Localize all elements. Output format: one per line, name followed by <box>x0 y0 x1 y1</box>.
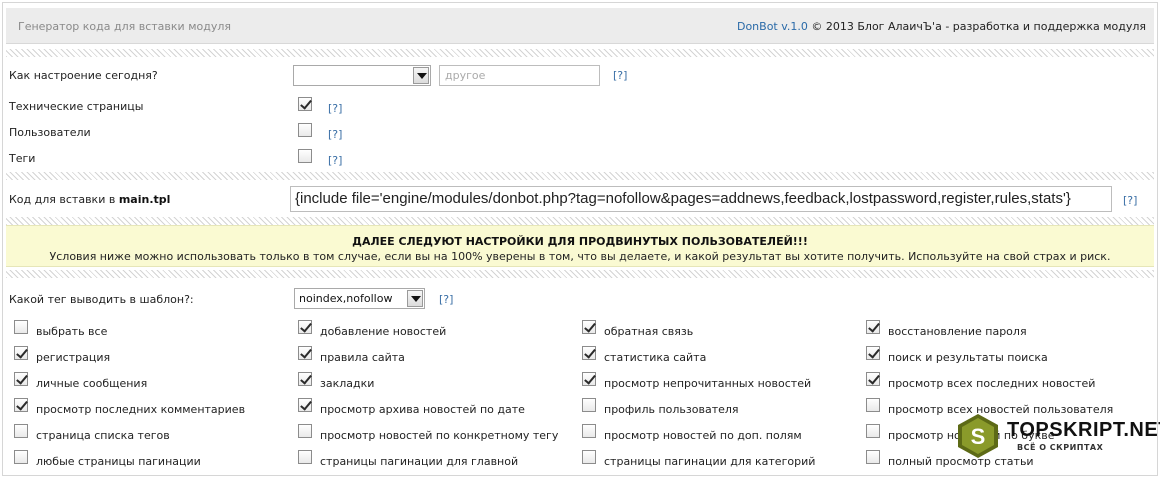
option-checkbox[interactable] <box>14 424 28 438</box>
header-credit: DonBot v.1.0 © 2013 Блог АлаичЪ'а - разр… <box>737 20 1146 33</box>
divider-hatch <box>6 49 1154 57</box>
mood-select[interactable] <box>293 65 431 86</box>
help-link-mood[interactable]: [?] <box>613 69 627 82</box>
warning-title: ДАЛЕЕ СЛЕДУЮТ НАСТРОЙКИ ДЛЯ ПРОДВИНУТЫХ … <box>352 235 808 248</box>
option-label: просмотр последних комментариев <box>36 403 246 416</box>
mood-other-input[interactable]: другое <box>439 65 600 86</box>
option-label: просмотр непрочитанных новостей <box>604 377 812 390</box>
code-label-prefix: Код для вставки в <box>9 193 119 206</box>
option-checkbox[interactable] <box>582 372 596 386</box>
topskript-logo-icon: S <box>958 414 998 458</box>
option-label: просмотр всех последних новостей <box>888 377 1096 390</box>
option-checkbox[interactable] <box>866 450 880 464</box>
divider-hatch <box>6 217 1154 225</box>
help-link-code[interactable]: [?] <box>1123 194 1137 207</box>
option-label: профиль пользователя <box>604 403 739 416</box>
option-checkbox[interactable] <box>582 346 596 360</box>
option-checkbox[interactable] <box>298 424 312 438</box>
option-label: добавление новостей <box>320 325 447 338</box>
tag-label: Какой тег выводить в шаблон?: <box>9 293 194 306</box>
advanced-warning-banner: ДАЛЕЕ СЛЕДУЮТ НАСТРОЙКИ ДЛЯ ПРОДВИНУТЫХ … <box>6 225 1154 267</box>
mood-label: Как настроение сегодня? <box>9 69 158 82</box>
help-link-technical[interactable]: [?] <box>328 102 342 115</box>
option-label: страница списка тегов <box>36 429 170 442</box>
option-label: личные сообщения <box>36 377 148 390</box>
option-label: любые страницы пагинации <box>36 455 201 468</box>
chevron-down-icon[interactable] <box>407 290 423 307</box>
row-label-users: Пользователи <box>9 126 91 139</box>
row-label-tags: Теги <box>9 152 36 165</box>
option-label: просмотр новостей по конкретному тегу <box>320 429 559 442</box>
logo-tagline: ВСЁ О СКРИПТАХ <box>1017 443 1104 452</box>
warning-text: Условия ниже можно использовать только в… <box>49 250 1111 263</box>
help-link-tag[interactable]: [?] <box>439 293 453 306</box>
code-label: Код для вставки в main.tpl <box>9 193 170 206</box>
help-link-tags[interactable]: [?] <box>328 154 342 167</box>
option-label: выбрать все <box>36 325 108 338</box>
option-label: поиск и результаты поиска <box>888 351 1048 364</box>
code-label-file: main.tpl <box>118 193 171 206</box>
divider-hatch <box>6 172 1154 180</box>
option-checkbox[interactable] <box>298 450 312 464</box>
option-checkbox[interactable] <box>14 372 28 386</box>
option-checkbox[interactable] <box>582 320 596 334</box>
option-label: страницы пагинации для главной <box>320 455 519 468</box>
option-checkbox[interactable] <box>14 320 28 334</box>
credit-text: © 2013 Блог АлаичЪ'а - разработка и подд… <box>807 20 1146 33</box>
page-title: Генератор кода для вставки модуля <box>18 20 231 33</box>
option-label: просмотр архива новостей по дате <box>320 403 525 416</box>
logo-letter: S <box>971 424 986 449</box>
option-label: статистика сайта <box>604 351 707 364</box>
option-checkbox[interactable] <box>866 398 880 412</box>
option-label: регистрация <box>36 351 111 364</box>
option-checkbox[interactable] <box>866 346 880 360</box>
tag-select-value: noindex,nofollow <box>299 292 393 305</box>
option-label: просмотр новостей по доп. полям <box>604 429 802 442</box>
option-checkbox[interactable] <box>866 424 880 438</box>
option-label: восстановление пароля <box>888 325 1027 338</box>
option-checkbox[interactable] <box>14 450 28 464</box>
option-label: страницы пагинации для категорий <box>604 455 816 468</box>
help-link-users[interactable]: [?] <box>328 128 342 141</box>
divider-hatch <box>6 270 1154 278</box>
tag-select[interactable]: noindex,nofollow <box>294 288 425 309</box>
topskript-watermark: S TOPSKRIPT.NET ВСЁ О СКРИПТАХ <box>955 413 1160 463</box>
option-checkbox[interactable] <box>866 320 880 334</box>
option-checkbox[interactable] <box>582 424 596 438</box>
option-checkbox[interactable] <box>298 346 312 360</box>
brand-link[interactable]: DonBot v.1.0 <box>737 20 808 33</box>
header-bar: Генератор кода для вставки модуля DonBot… <box>6 8 1154 44</box>
option-checkbox[interactable] <box>866 372 880 386</box>
option-checkbox[interactable] <box>582 450 596 464</box>
option-checkbox[interactable] <box>14 346 28 360</box>
option-label: правила сайта <box>320 351 405 364</box>
option-checkbox[interactable] <box>298 320 312 334</box>
option-checkbox[interactable] <box>298 398 312 412</box>
code-output-field[interactable]: {include file='engine/modules/donbot.php… <box>290 186 1112 212</box>
option-checkbox[interactable] <box>14 398 28 412</box>
option-checkbox[interactable] <box>298 372 312 386</box>
checkbox-tags[interactable] <box>298 149 312 163</box>
option-checkbox[interactable] <box>582 398 596 412</box>
option-label: закладки <box>320 377 375 390</box>
option-label: обратная связь <box>604 325 694 338</box>
logo-name: TOPSKRIPT.NET <box>1007 419 1160 441</box>
row-label-technical: Технические страницы <box>9 100 144 113</box>
chevron-down-icon[interactable] <box>413 67 429 84</box>
checkbox-technical-pages[interactable] <box>298 97 312 111</box>
checkbox-users[interactable] <box>298 123 312 137</box>
